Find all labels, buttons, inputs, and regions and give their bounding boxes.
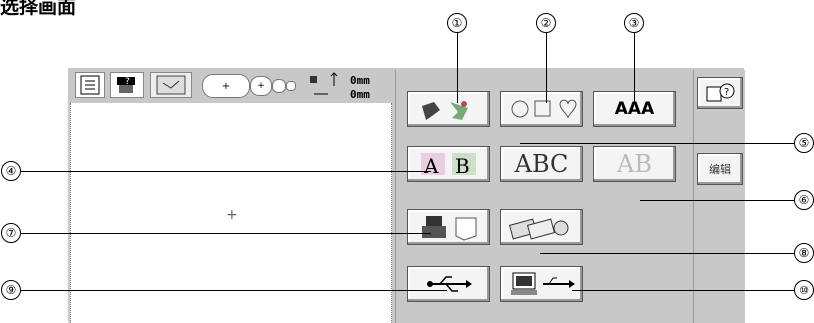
help-book-icon: ? [706,83,735,102]
shapes-icon [511,99,577,119]
leader-4 [21,171,431,172]
callout-7: ⑦ [1,223,21,243]
help-button[interactable]: ? [697,77,743,109]
svg-text:A: A [423,154,439,178]
usb-media-button[interactable] [407,266,490,302]
hoop-preview-button[interactable] [150,72,192,98]
hoop-small [272,79,286,93]
callout-2: ② [536,13,556,33]
leader-7 [21,233,431,234]
applique-label: AB [617,150,652,178]
cards-icon [508,218,568,240]
hoop-tiny [286,81,296,91]
list-icon-button[interactable] [75,72,105,98]
callout-4: ④ [1,161,21,181]
svg-text:?: ? [125,77,130,87]
callout-3: ③ [624,13,644,33]
applique-patterns-button[interactable]: AB [593,146,676,182]
page-title: 选择画面 [0,0,77,18]
leader-5 [520,143,794,144]
callout-6: ⑥ [794,190,814,210]
leader-8 [540,253,794,254]
hoop-center-plus: + [221,80,231,92]
monogram-patterns-button[interactable]: ABC [500,146,583,182]
machine-icon: ? [117,77,135,93]
callout-5: ⑤ [794,133,814,153]
birds-flowers-icon [421,101,468,120]
leader-6 [640,200,794,201]
callout-10: ⑩ [794,280,814,300]
alphabet-patterns-button[interactable]: AB [407,146,490,182]
embroidery-patterns-button[interactable] [407,91,490,127]
abc-label: ABC [514,150,569,178]
leader-10 [572,290,794,291]
card-patterns-button[interactable] [500,209,583,245]
machine-memory-button[interactable] [407,209,490,245]
svg-text:?: ? [724,87,729,98]
list-icon [80,75,100,95]
svg-text:B: B [455,154,470,178]
computer-usb-button[interactable] [500,266,583,302]
size-arrows-icon [310,72,338,95]
leader-3 [634,33,635,103]
usb-icon [426,276,472,292]
decorative-alphabet-icon: AB [420,153,476,178]
preview-center-mark: + [226,207,238,223]
size-width-readout: 0mm [350,88,370,101]
machine-help-button[interactable]: ? [110,72,144,98]
hoop-large: + [202,74,250,98]
callout-8: ⑧ [794,243,814,263]
leader-1 [457,33,458,103]
size-height-readout: 0mm [350,74,370,87]
edit-button[interactable]: 编辑 [697,153,743,185]
callout-9: ⑨ [1,280,21,300]
hoop-medium-plus: + [257,81,265,91]
machine-pocket-icon [421,216,476,241]
embroidery-frame-icon [156,75,186,95]
leader-2 [546,33,547,103]
hoop-medium: + [250,76,272,96]
frame-patterns-button[interactable] [500,91,583,127]
edit-label: 编辑 [709,163,731,176]
computer-usb-icon [510,272,575,295]
callout-1: ① [447,13,467,33]
leader-9 [21,290,447,291]
